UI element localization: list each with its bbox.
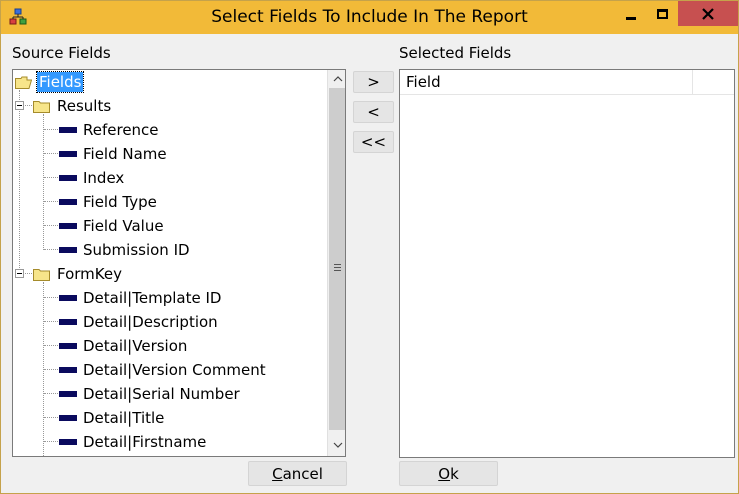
source-fields-tree[interactable]: Fields Results Reference Field Name Inde… — [12, 69, 346, 457]
collapse-icon[interactable] — [15, 101, 24, 110]
add-field-button[interactable]: > — [353, 71, 394, 93]
field-icon — [59, 343, 77, 349]
tree-leaf-label: Detail|Serial Number — [83, 385, 240, 403]
tree-leaf-firstname[interactable]: Detail|Firstname — [59, 431, 208, 453]
tree-scrollbar[interactable] — [327, 70, 345, 456]
cancel-button[interactable]: Cancel — [248, 461, 347, 486]
field-icon — [59, 439, 77, 445]
tree-node-label: Fields — [35, 71, 85, 93]
tree-leaf-field-type[interactable]: Field Type — [59, 191, 159, 213]
tree-leaf-template-id[interactable]: Detail|Template ID — [59, 287, 223, 309]
scroll-thumb[interactable] — [329, 88, 345, 430]
scroll-up-icon[interactable] — [328, 70, 345, 88]
tree-leaf-description[interactable]: Detail|Description — [59, 311, 220, 333]
ok-label: k — [450, 464, 459, 483]
tree-leaf-label: Field Value — [83, 217, 164, 235]
field-icon — [59, 247, 77, 253]
tree-line — [44, 417, 58, 418]
title-bar[interactable]: Select Fields To Include In The Report — [1, 1, 738, 34]
tree-line — [44, 441, 58, 442]
tree-leaf-version[interactable]: Detail|Version — [59, 335, 189, 357]
tree-line — [44, 297, 58, 298]
tree-line — [44, 393, 58, 394]
field-icon — [59, 319, 77, 325]
close-icon — [702, 7, 714, 20]
tree-line — [44, 369, 58, 370]
minimize-icon — [626, 16, 636, 20]
tree-leaf-label: Detail|Description — [83, 313, 218, 331]
source-fields-label: Source Fields — [12, 44, 111, 62]
remove-field-button[interactable]: < — [353, 101, 394, 123]
open-folder-icon — [15, 76, 32, 89]
tree-leaf-reference[interactable]: Reference — [59, 119, 161, 141]
tree-node-results[interactable]: Results — [33, 95, 113, 117]
list-header: Field — [400, 70, 734, 95]
tree-leaf-label: Submission ID — [83, 241, 190, 259]
scroll-down-icon[interactable] — [328, 436, 345, 454]
tree-leaf-label: Detail|Template ID — [83, 289, 222, 307]
ok-mnemonic: O — [438, 464, 451, 483]
tree-leaf-index[interactable]: Index — [59, 167, 126, 189]
remove-all-fields-button[interactable]: << — [353, 131, 394, 153]
tree-node-label: FormKey — [57, 265, 122, 283]
tree-leaf-label: Detail|Version — [83, 337, 188, 355]
field-icon — [59, 175, 77, 181]
tree-leaf-label: Reference — [83, 121, 159, 139]
close-button[interactable] — [678, 1, 738, 26]
field-icon — [59, 415, 77, 421]
tree-leaf-label: Field Type — [83, 193, 157, 211]
cancel-mnemonic: C — [272, 464, 283, 483]
tree-node-formkey[interactable]: FormKey — [33, 263, 124, 285]
tree-line — [44, 345, 58, 346]
tree-leaf-label: Field Name — [83, 145, 167, 163]
tree-line — [44, 321, 58, 322]
maximize-button[interactable] — [647, 1, 677, 26]
cancel-label: ancel — [282, 464, 323, 483]
column-header-field[interactable]: Field — [400, 70, 693, 95]
tree-leaf-field-value[interactable]: Field Value — [59, 215, 166, 237]
field-icon — [59, 367, 77, 373]
column-header-blank[interactable] — [694, 70, 734, 95]
collapse-icon[interactable] — [15, 269, 24, 278]
field-icon — [59, 151, 77, 157]
dialog-window: Select Fields To Include In The Report S… — [0, 0, 739, 494]
selected-fields-label: Selected Fields — [399, 44, 512, 62]
selected-fields-list[interactable]: Field — [399, 69, 735, 458]
ok-button[interactable]: Ok — [399, 461, 498, 486]
field-icon — [59, 127, 77, 133]
tree-line — [44, 177, 58, 178]
folder-icon — [33, 100, 50, 113]
maximize-icon — [656, 8, 668, 19]
tree-leaf-submission-id[interactable]: Submission ID — [59, 239, 192, 261]
tree-node-label: Results — [57, 97, 112, 115]
tree-leaf-label: Detail|Title — [83, 409, 165, 427]
field-icon — [59, 223, 77, 229]
tree-line — [44, 249, 58, 250]
tree-leaf-serial-number[interactable]: Detail|Serial Number — [59, 383, 242, 405]
chevron-up-icon — [333, 76, 342, 82]
tree-leaf-label: Index — [83, 169, 125, 187]
tree-line — [43, 114, 44, 250]
tree-node-fields-root[interactable]: Fields — [15, 71, 85, 93]
tree-leaf-label: Detail|Version Comment — [83, 361, 266, 379]
chevron-down-icon — [333, 442, 342, 448]
tree-line — [19, 90, 20, 274]
tree-line — [44, 129, 58, 130]
scroll-grip-icon — [334, 264, 341, 273]
tree-leaf-label: Detail|Firstname — [83, 433, 207, 451]
tree-leaf-title[interactable]: Detail|Title — [59, 407, 166, 429]
tree-line — [44, 153, 58, 154]
tree-line — [44, 201, 58, 202]
field-icon — [59, 199, 77, 205]
field-icon — [59, 391, 77, 397]
tree-leaf-version-comment[interactable]: Detail|Version Comment — [59, 359, 268, 381]
folder-icon — [33, 268, 50, 281]
tree-line — [44, 225, 58, 226]
minimize-button[interactable] — [616, 1, 646, 26]
tree-leaf-field-name[interactable]: Field Name — [59, 143, 169, 165]
field-icon — [59, 295, 77, 301]
